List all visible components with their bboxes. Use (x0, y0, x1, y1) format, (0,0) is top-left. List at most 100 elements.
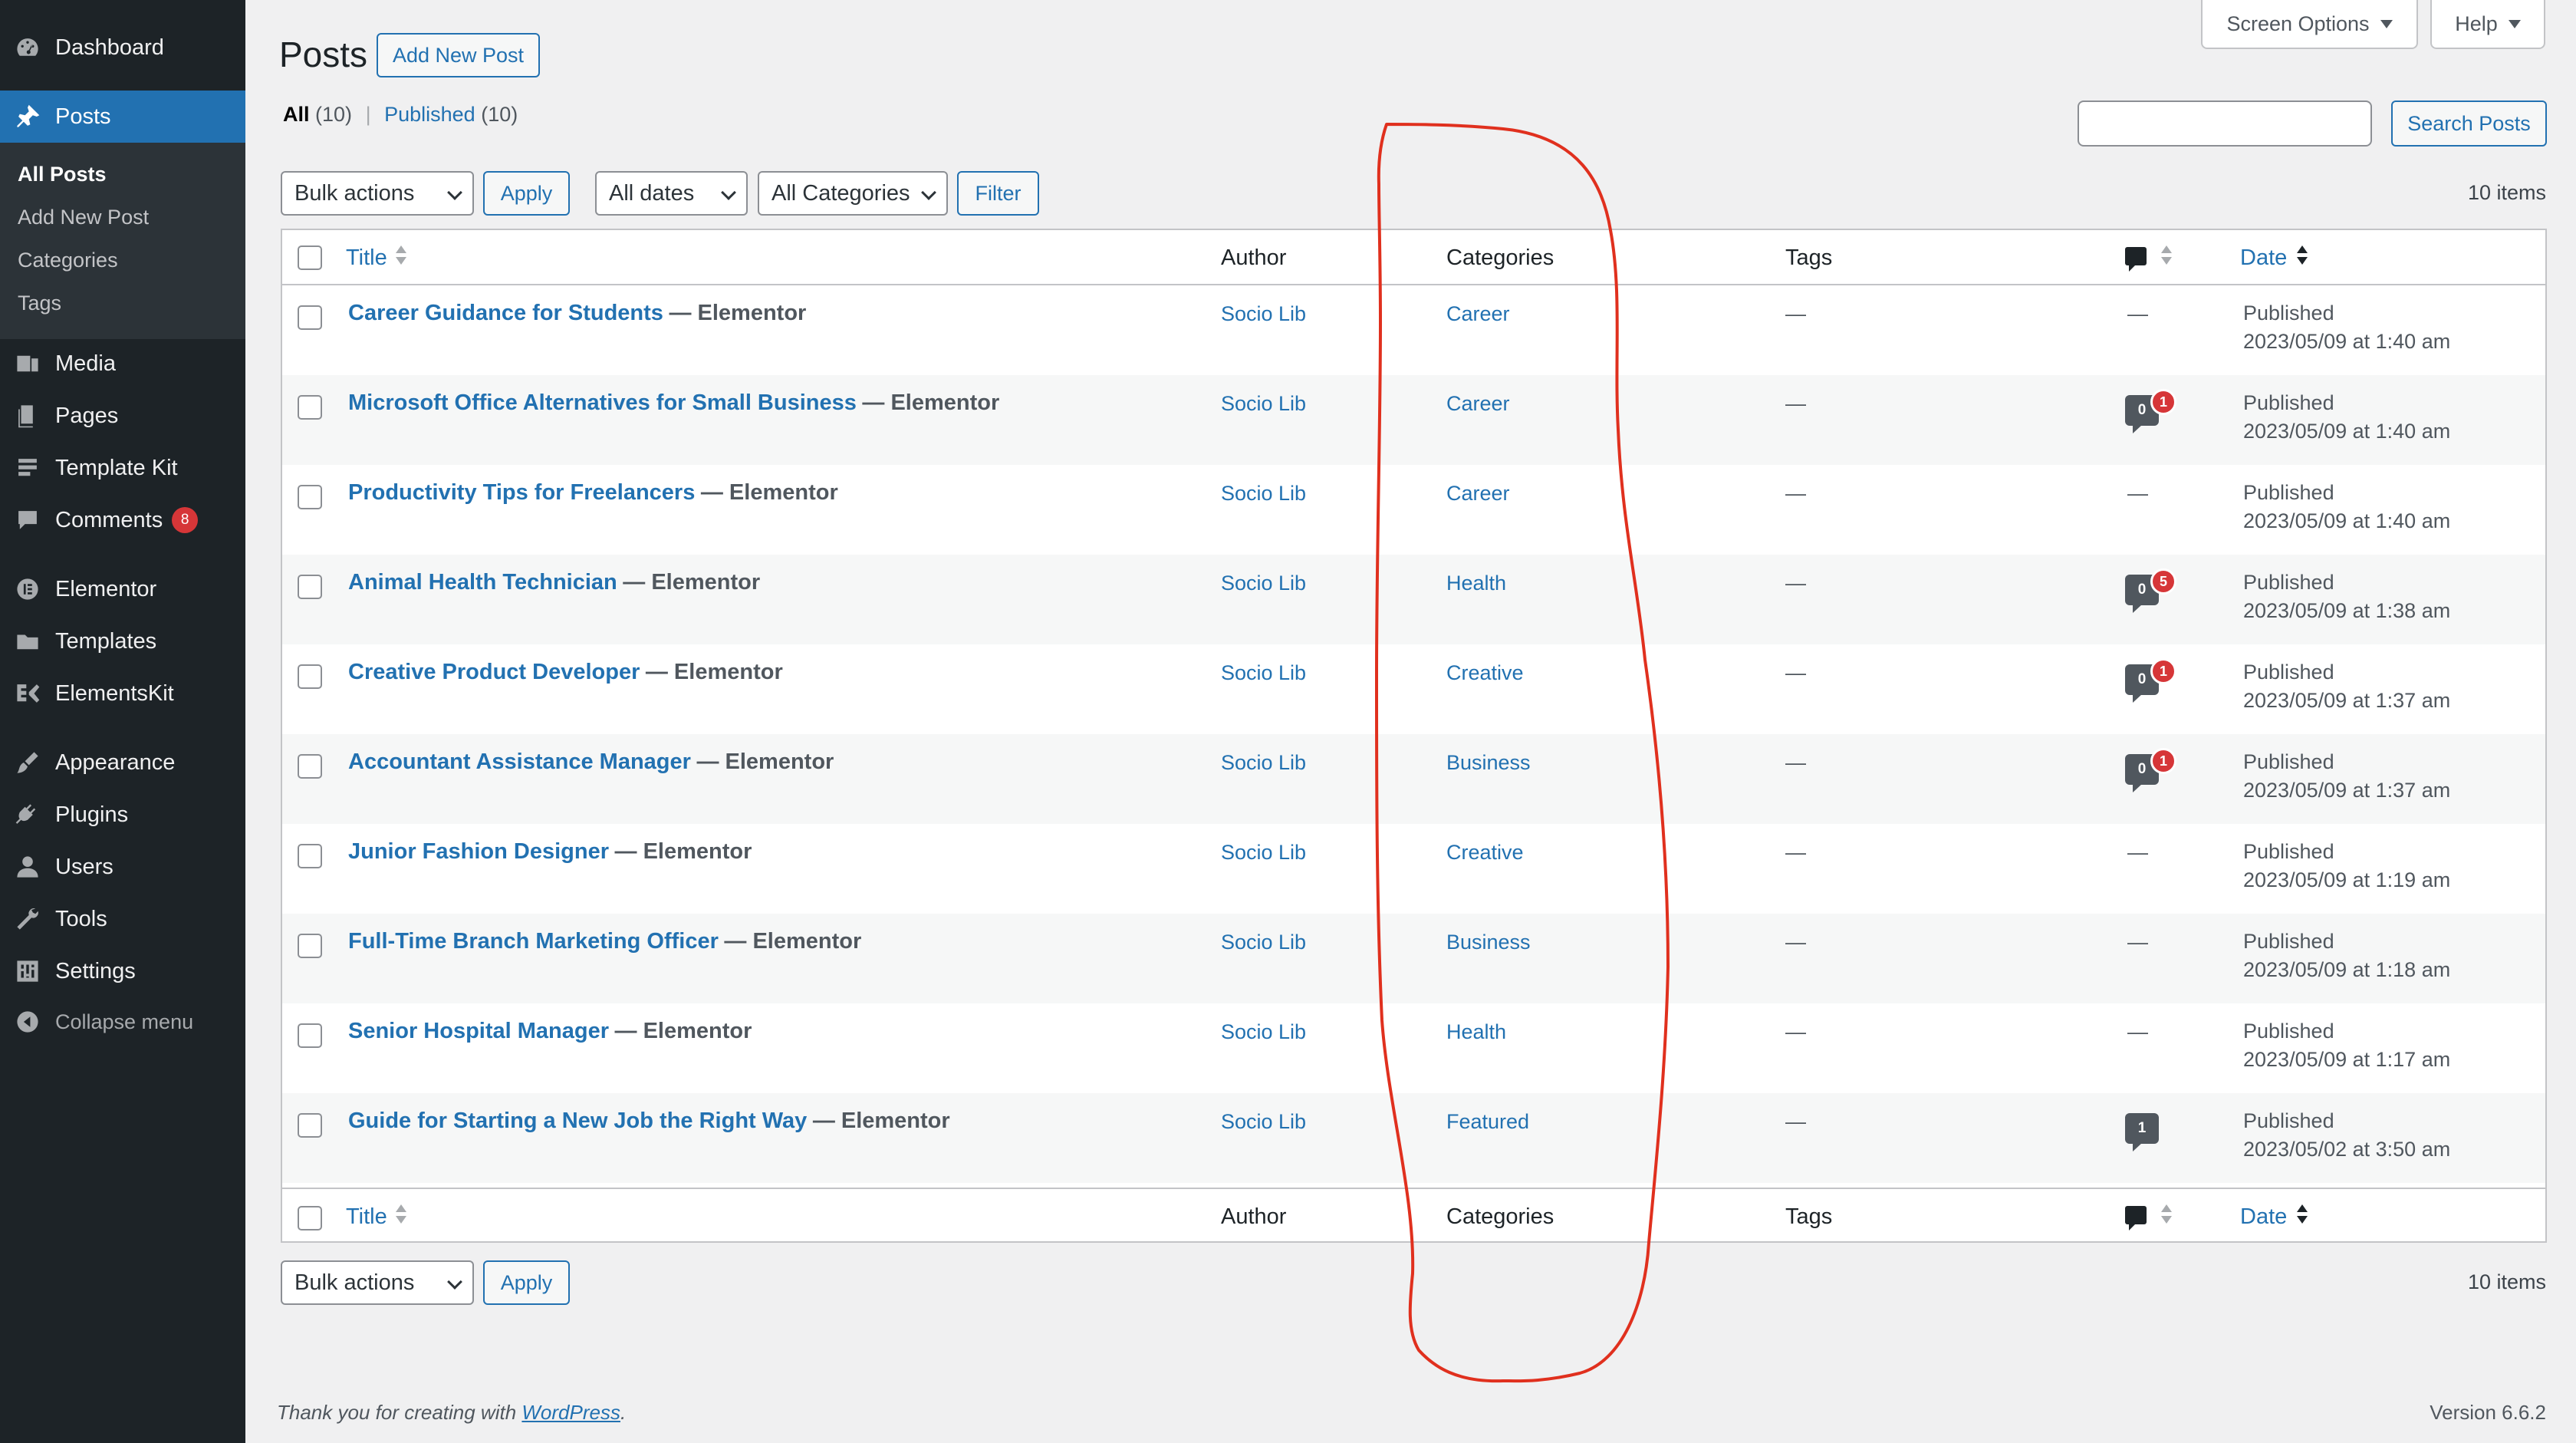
post-title-link[interactable]: Junior Fashion Designer (348, 839, 609, 864)
post-category-link[interactable]: Business (1446, 931, 1531, 954)
post-title-link[interactable]: Microsoft Office Alternatives for Small … (348, 390, 857, 415)
pending-comments-badge[interactable]: 1 (2150, 389, 2176, 415)
column-date-sort[interactable]: Date (2240, 245, 2287, 271)
post-title-link[interactable]: Guide for Starting a New Job the Right W… (348, 1109, 807, 1133)
post-category-link[interactable]: Health (1446, 1020, 1506, 1044)
post-category-link[interactable]: Career (1446, 302, 1510, 326)
approved-comments-bubble[interactable]: 1 (2125, 1113, 2159, 1151)
row-checkbox[interactable] (298, 485, 322, 509)
help-button[interactable]: Help (2430, 0, 2545, 49)
post-author-link[interactable]: Socio Lib (1221, 392, 1306, 416)
filter-published-link[interactable]: Published (384, 103, 475, 126)
post-author-link[interactable]: Socio Lib (1221, 482, 1306, 506)
pending-comments-badge[interactable]: 1 (2150, 748, 2176, 774)
row-checkbox[interactable] (298, 1023, 322, 1048)
submenu-all-posts[interactable]: All Posts (18, 163, 107, 186)
post-title-link[interactable]: Full-Time Branch Marketing Officer (348, 929, 719, 954)
submenu-categories[interactable]: Categories (18, 249, 118, 272)
menu-dashboard[interactable]: Dashboard (0, 21, 245, 74)
dates-select[interactable]: All dates (595, 171, 748, 216)
bulk-actions-select[interactable]: Bulk actions (281, 171, 474, 216)
menu-plugins[interactable]: Plugins (0, 789, 245, 841)
post-author-link[interactable]: Socio Lib (1221, 1020, 1306, 1044)
post-date: 2023/05/09 at 1:37 am (2243, 779, 2451, 802)
chevron-down-icon (447, 1274, 462, 1290)
comment-column-icon[interactable] (2125, 1206, 2147, 1231)
row-checkbox[interactable] (298, 664, 322, 689)
post-title-link[interactable]: Animal Health Technician (348, 570, 617, 595)
column-title-sort[interactable]: Title (346, 245, 387, 271)
post-author-link[interactable]: Socio Lib (1221, 661, 1306, 685)
post-date-cell: Published 2023/05/09 at 1:37 am (2243, 658, 2450, 715)
menu-elementor[interactable]: Elementor (0, 563, 245, 615)
post-category-link[interactable]: Creative (1446, 841, 1524, 865)
menu-pages[interactable]: Pages (0, 390, 245, 442)
post-title-link[interactable]: Career Guidance for Students (348, 301, 663, 325)
bulk-actions-select-bottom[interactable]: Bulk actions (281, 1260, 474, 1305)
pending-comments-badge[interactable]: 5 (2150, 568, 2176, 595)
post-author-link[interactable]: Socio Lib (1221, 1110, 1306, 1134)
post-author-link[interactable]: Socio Lib (1221, 302, 1306, 326)
post-title-link[interactable]: Accountant Assistance Manager (348, 750, 691, 774)
submenu-add-new-post[interactable]: Add New Post (18, 206, 149, 229)
post-category-link[interactable]: Health (1446, 572, 1506, 595)
post-title-link[interactable]: Senior Hospital Manager (348, 1019, 609, 1043)
collapse-icon (14, 1008, 41, 1036)
row-checkbox[interactable] (298, 934, 322, 958)
apply-button[interactable]: Apply (483, 171, 570, 216)
post-category-link[interactable]: Career (1446, 482, 1510, 506)
table-row: Animal Health Technician — Elementor Soci… (282, 555, 2545, 644)
menu-comments[interactable]: Comments 8 (0, 494, 245, 546)
add-new-post-button[interactable]: Add New Post (377, 33, 540, 77)
post-date: 2023/05/09 at 1:18 am (2243, 958, 2451, 981)
collapse-menu-button[interactable]: Collapse menu (0, 996, 245, 1048)
post-category-link[interactable]: Featured (1446, 1110, 1529, 1134)
search-input[interactable] (2078, 100, 2372, 147)
row-checkbox[interactable] (298, 575, 322, 599)
menu-elementskit[interactable]: ElementsKit (0, 667, 245, 720)
menu-media[interactable]: Media (0, 338, 245, 390)
column-date-sort[interactable]: Date (2240, 1204, 2287, 1230)
post-author-link[interactable]: Socio Lib (1221, 931, 1306, 954)
post-category-link[interactable]: Career (1446, 392, 1510, 416)
post-title-link[interactable]: Productivity Tips for Freelancers (348, 480, 695, 505)
column-tags: Tags (1785, 1204, 1833, 1229)
menu-label: Dashboard (55, 35, 164, 60)
filter-all-link[interactable]: All (283, 103, 310, 126)
menu-template-kit[interactable]: Template Kit (0, 442, 245, 494)
pending-comments-badge[interactable]: 1 (2150, 658, 2176, 684)
select-all-checkbox[interactable] (298, 1206, 322, 1231)
post-author-link[interactable]: Socio Lib (1221, 751, 1306, 775)
post-category-link[interactable]: Business (1446, 751, 1531, 775)
menu-users[interactable]: Users (0, 841, 245, 893)
row-checkbox[interactable] (298, 1113, 322, 1138)
post-author-link[interactable]: Socio Lib (1221, 572, 1306, 595)
submenu-tags[interactable]: Tags (18, 292, 61, 315)
row-checkbox[interactable] (298, 844, 322, 868)
column-author: Author (1221, 245, 1287, 270)
menu-settings[interactable]: Settings (0, 945, 245, 997)
apply-button-bottom[interactable]: Apply (483, 1260, 570, 1305)
row-checkbox[interactable] (298, 754, 322, 779)
menu-templates[interactable]: Templates (0, 615, 245, 667)
sort-desc-icon (2297, 1203, 2308, 1229)
menu-posts[interactable]: Posts (0, 91, 245, 143)
caret-down-icon (2508, 19, 2521, 28)
row-checkbox[interactable] (298, 305, 322, 330)
post-title-link[interactable]: Creative Product Developer (348, 660, 640, 684)
column-title-sort[interactable]: Title (346, 1204, 387, 1230)
wordpress-link[interactable]: WordPress (521, 1401, 620, 1424)
post-date: 2023/05/02 at 3:50 am (2243, 1138, 2451, 1161)
select-all-checkbox[interactable] (298, 245, 322, 270)
filter-button[interactable]: Filter (957, 171, 1039, 216)
row-checkbox[interactable] (298, 395, 322, 420)
post-category-link[interactable]: Creative (1446, 661, 1524, 685)
post-author-link[interactable]: Socio Lib (1221, 841, 1306, 865)
chevron-down-icon (921, 185, 936, 200)
search-posts-button[interactable]: Search Posts (2391, 100, 2547, 147)
menu-tools[interactable]: Tools (0, 893, 245, 945)
menu-appearance[interactable]: Appearance (0, 736, 245, 789)
categories-select[interactable]: All Categories (758, 171, 948, 216)
screen-options-button[interactable]: Screen Options (2201, 0, 2418, 49)
comment-column-icon[interactable] (2125, 247, 2147, 272)
